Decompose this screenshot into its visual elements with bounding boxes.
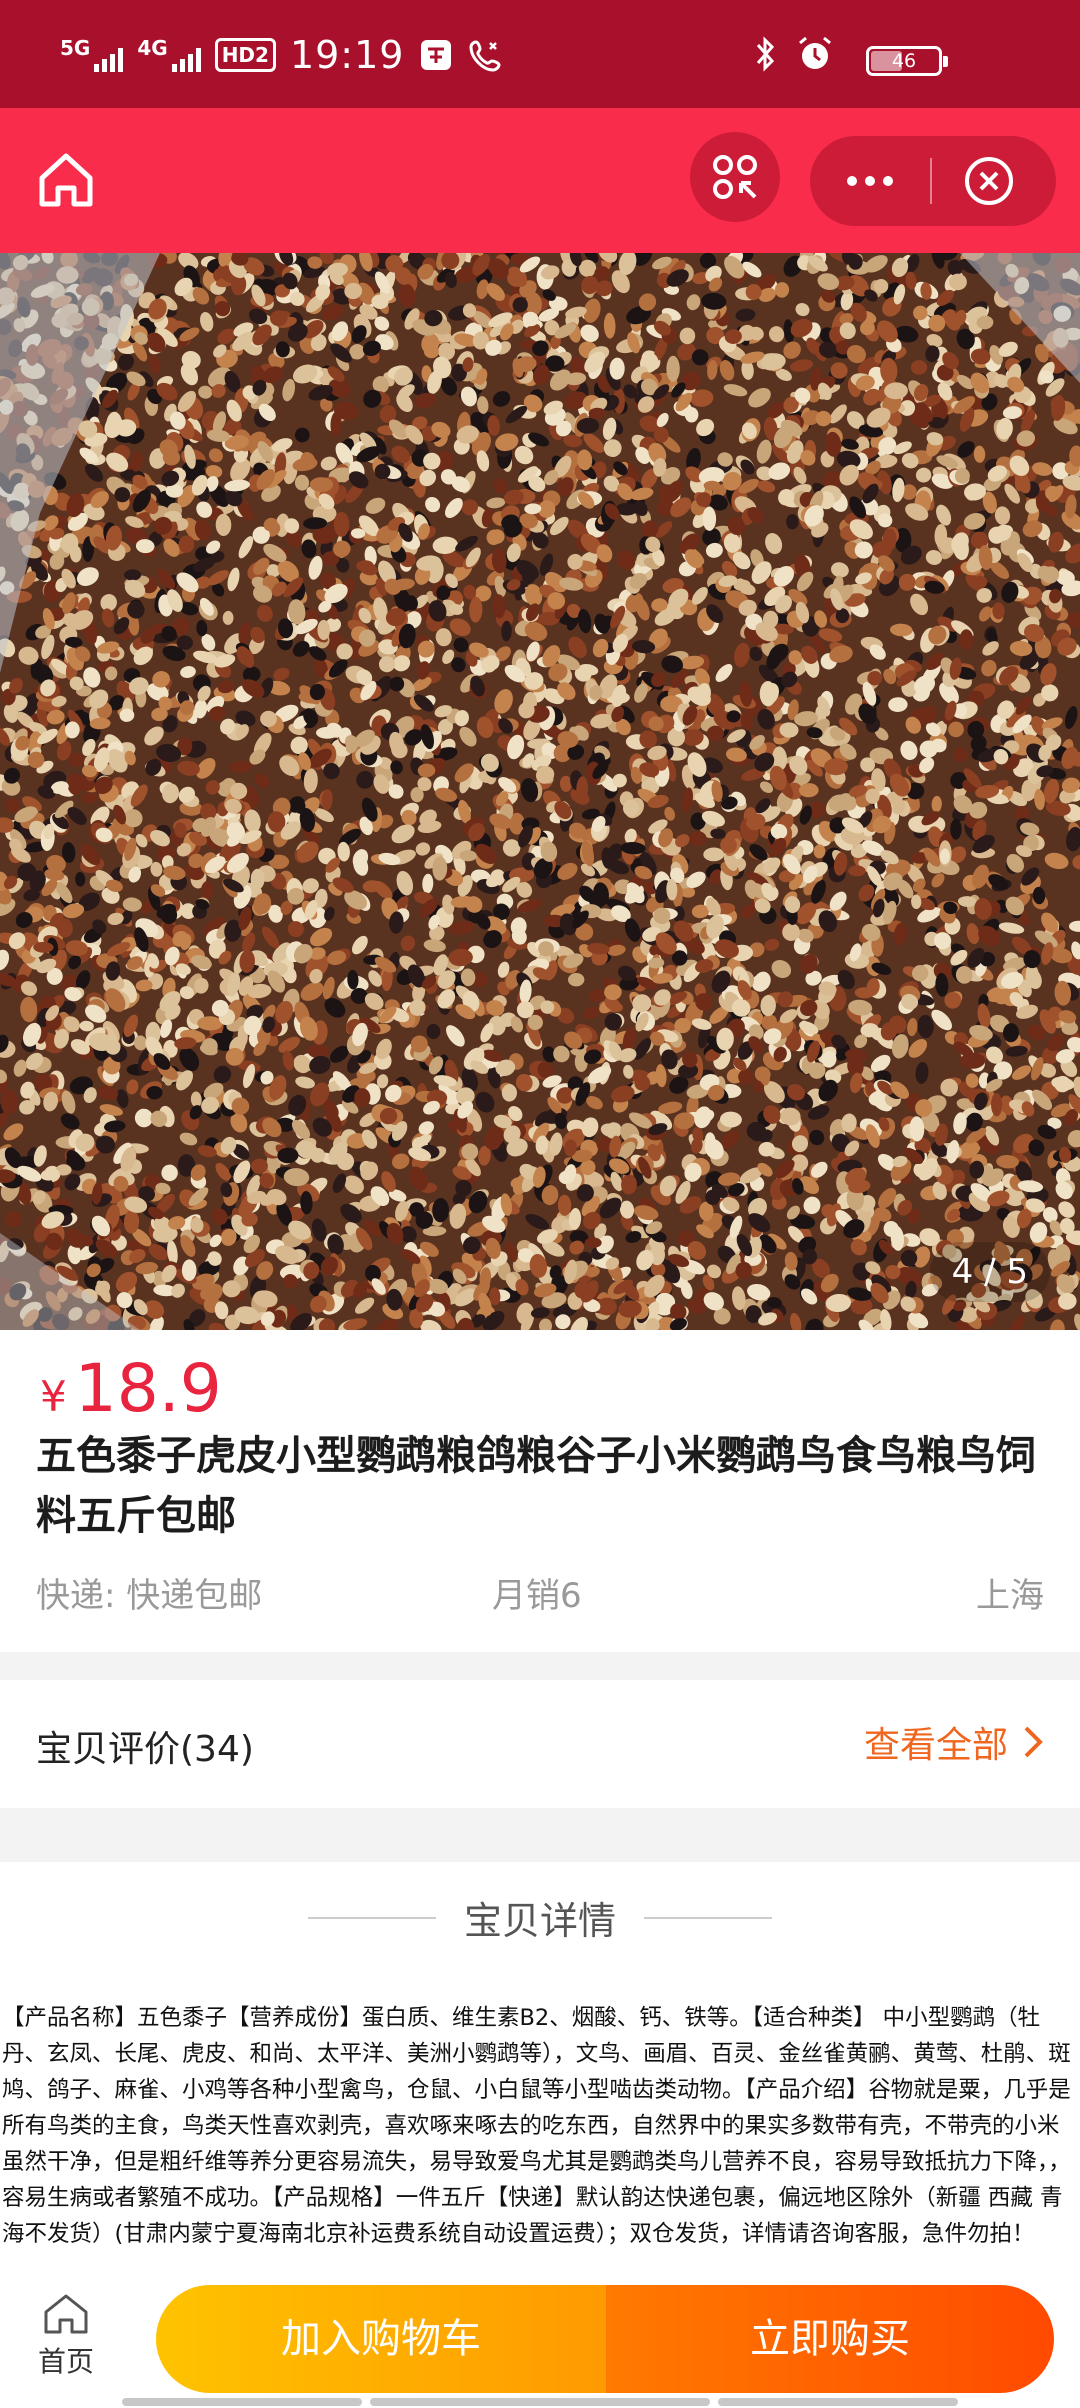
network-5g-label: 5G <box>60 36 91 60</box>
details-header: 宝贝详情 <box>0 1890 1080 1945</box>
chevron-right-icon <box>1024 1726 1043 1758</box>
details-description: 【产品名称】五色黍子【营养成份】蛋白质、维生素B2、烟酸、钙、铁等。【适合种类】… <box>2 2005 1071 2247</box>
image-counter: 4 / 5 <box>929 1242 1050 1302</box>
ship-from-location: 上海 <box>976 1576 1044 1616</box>
more-button[interactable] <box>810 136 930 226</box>
product-title: 五色黍子虎皮小型鹦鹉粮鸽粮谷子小米鹦鹉鸟食鸟粮鸟饲料五斤包邮 <box>36 1433 1036 1539</box>
status-bar: 5G 4G HD2 19:19 46 <box>0 0 1080 108</box>
status-right <box>750 34 834 74</box>
phone-call-icon <box>469 40 501 72</box>
monthly-sales: 月销6 <box>492 1576 582 1616</box>
hd-voice-icon: HD2 <box>214 38 276 72</box>
close-icon[interactable] <box>962 154 1016 208</box>
shipping-info: 快递: 快递包邮 <box>36 1576 263 1616</box>
home-icon[interactable] <box>34 148 98 212</box>
reviews-title: 宝贝评价(34) <box>36 1729 254 1770</box>
buy-now-button[interactable]: 立即购买 <box>606 2285 1054 2393</box>
gesture-bar <box>370 2398 710 2406</box>
home-tab-icon <box>44 2294 88 2334</box>
product-info-card: ¥ 18.9 五色黍子虎皮小型鹦鹉粮鸽粮谷子小米鹦鹉鸟食鸟粮鸟饲料五斤包邮 快递… <box>0 1330 1080 1652</box>
battery-icon: 46 <box>866 46 948 76</box>
purchase-buttons: 加入购物车 立即购买 <box>156 2285 1054 2393</box>
top-navigation-bar <box>0 108 1080 253</box>
price-value: 18.9 <box>74 1350 222 1427</box>
view-all-label: 查看全部 <box>863 1725 1008 1766</box>
reviews-section[interactable]: 宝贝评价(34) 查看全部 <box>0 1680 1080 1808</box>
status-left: 5G 4G HD2 19:19 <box>60 30 504 80</box>
price: ¥ 18.9 <box>40 1350 222 1427</box>
app-notification-icon <box>421 40 452 70</box>
product-details-section: 宝贝详情 【产品名称】五色黍子【营养成份】蛋白质、维生素B2、烟酸、钙、铁等。【… <box>0 1862 1080 2282</box>
product-photo-millet <box>0 253 1080 1330</box>
scan-button[interactable] <box>690 132 780 222</box>
battery-level: 46 <box>891 50 917 72</box>
alarm-icon <box>799 36 831 69</box>
bluetooth-icon <box>756 36 775 72</box>
gesture-bar <box>718 2398 958 2406</box>
bottom-home-tab[interactable]: 首页 <box>28 2292 104 2380</box>
status-time: 19:19 <box>289 33 405 77</box>
home-tab-label: 首页 <box>37 2345 94 2378</box>
signal-4g-icon: 4G <box>137 36 201 72</box>
details-header-label: 宝贝详情 <box>463 1899 616 1943</box>
currency-symbol: ¥ <box>40 1372 67 1421</box>
add-to-cart-button[interactable]: 加入购物车 <box>156 2285 606 2393</box>
product-meta: 快递: 快递包邮 月销6 上海 <box>36 1568 1044 1617</box>
view-all-reviews-link[interactable]: 查看全部 <box>864 1716 1044 1768</box>
scan-icon <box>713 155 757 199</box>
miniapp-capsule <box>810 136 1056 226</box>
bottom-action-bar: 首页 加入购物车 立即购买 <box>0 2282 1080 2408</box>
product-image-gallery[interactable]: 4 / 5 <box>0 253 1080 1330</box>
gesture-bar <box>122 2398 362 2406</box>
signal-5g-icon: 5G <box>60 36 124 72</box>
network-4g-label: 4G <box>137 36 168 60</box>
